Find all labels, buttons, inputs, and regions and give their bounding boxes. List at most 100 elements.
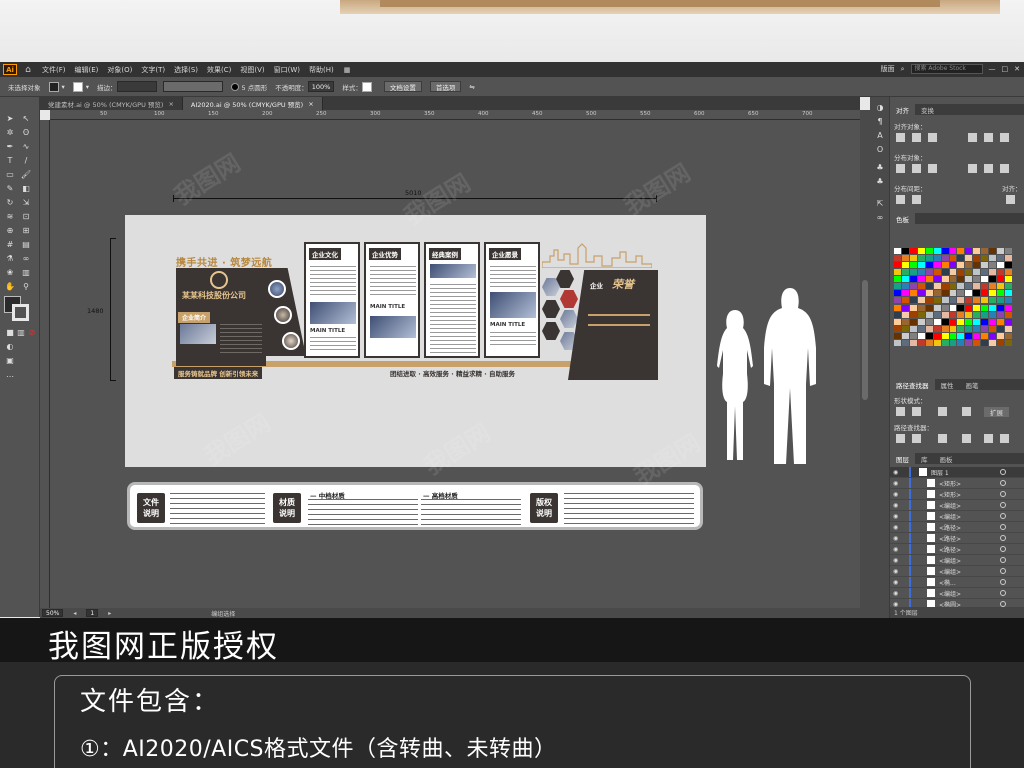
swatch[interactable] [901,276,909,283]
swatch[interactable] [909,276,917,283]
swatch[interactable] [973,255,981,262]
artboard-number-field[interactable]: 1 [86,609,99,617]
workspace-switcher[interactable]: 版面 [881,64,895,74]
tab-transform[interactable]: 变换 [915,105,940,115]
swatch[interactable] [949,276,957,283]
swatch[interactable] [933,269,941,276]
swatch[interactable] [901,248,909,254]
swatch[interactable] [981,311,989,318]
spacing-icon[interactable] [912,195,921,204]
menu-select[interactable]: 选择(S) [174,65,198,75]
spacing-icon[interactable] [896,195,905,204]
swatch[interactable] [901,255,909,262]
layer-name[interactable]: <路径> [939,545,961,554]
menu-window[interactable]: 窗口(W) [274,65,300,75]
swatch[interactable] [894,297,901,304]
swatch[interactable] [933,283,941,290]
intersect-icon[interactable] [938,407,947,416]
sublayer-item[interactable]: ◉ <编组> [890,588,1024,599]
type-tool-icon[interactable]: T [4,155,16,166]
swatch[interactable] [909,318,917,325]
swatch[interactable] [925,276,933,283]
target-circle-icon[interactable] [1000,535,1006,541]
expand-button[interactable]: 扩展 [984,407,1009,417]
swatch[interactable] [957,290,965,297]
swatch[interactable] [909,304,917,311]
align-top-icon[interactable] [968,133,977,142]
target-circle-icon[interactable] [1000,491,1006,497]
swatch[interactable] [901,332,909,339]
swatch[interactable] [1005,332,1012,339]
layer-name[interactable]: 图层 1 [931,468,949,477]
swatch[interactable] [894,255,901,262]
swatch[interactable] [973,304,981,311]
swatch[interactable] [965,311,973,318]
swatch[interactable] [894,332,901,339]
screen-mode-icon[interactable]: ▣ [4,355,16,366]
swatch[interactable] [989,332,997,339]
target-circle-icon[interactable] [1000,480,1006,486]
swatch[interactable] [901,283,909,290]
swatch[interactable] [989,339,997,346]
swatch[interactable] [965,297,973,304]
sublayer-item[interactable]: ◉ <路径> [890,522,1024,533]
draw-mode-icon[interactable]: ◐ [4,341,16,352]
swatch[interactable] [949,248,957,254]
workspace-grid-icon[interactable]: ▦ [344,66,351,74]
variable-width-field[interactable] [162,81,223,92]
minus-back-icon[interactable] [1000,434,1009,443]
swatch[interactable] [957,262,965,269]
visibility-eye-icon[interactable]: ◉ [893,502,903,509]
swatch[interactable] [933,297,941,304]
visibility-eye-icon[interactable]: ◉ [893,469,903,476]
visibility-eye-icon[interactable]: ◉ [893,568,903,575]
swatch[interactable] [925,248,933,254]
direct-selection-tool-icon[interactable]: ↖ [20,113,32,124]
layer-name[interactable]: <椭... [939,578,956,587]
distribute-icon[interactable] [1000,164,1009,173]
symbol-sprayer-icon[interactable]: ❀ [4,267,16,278]
swatch[interactable] [1005,248,1012,254]
zoom-tool-icon[interactable]: ⚲ [20,281,32,292]
visibility-eye-icon[interactable]: ◉ [893,535,903,542]
tab-swatches[interactable]: 色板 [890,213,915,224]
swatch[interactable] [973,318,981,325]
swatch[interactable] [909,262,917,269]
swatch[interactable] [925,262,933,269]
merge-icon[interactable] [938,434,947,443]
swatch[interactable] [973,283,981,290]
swatch[interactable] [909,297,917,304]
swatch[interactable] [933,248,941,254]
tab-artboards[interactable]: 画板 [934,454,959,464]
layer-name[interactable]: <编组> [939,556,961,565]
swatch[interactable] [1005,339,1012,346]
swatch[interactable] [901,269,909,276]
divide-icon[interactable] [896,434,905,443]
swatch[interactable] [925,255,933,262]
swatch[interactable] [917,255,925,262]
swatch[interactable] [1005,311,1012,318]
swatch[interactable] [933,318,941,325]
rotate-icon[interactable]: ↻ [4,197,16,208]
swatch[interactable] [989,276,997,283]
swatch[interactable] [957,339,965,346]
swatch[interactable] [909,255,917,262]
swatch[interactable] [949,283,957,290]
sublayer-item[interactable]: ◉ <矩形> [890,489,1024,500]
target-circle-icon[interactable] [1000,579,1006,585]
swatch[interactable] [917,304,925,311]
eyedropper-icon[interactable]: ⚗ [4,253,16,264]
target-circle-icon[interactable] [1000,546,1006,552]
swatch[interactable] [933,276,941,283]
swatch[interactable] [973,262,981,269]
distribute-icon[interactable] [968,164,977,173]
swatch[interactable] [1005,283,1012,290]
restore-icon[interactable]: □ [1002,65,1009,73]
swatch[interactable] [965,332,973,339]
target-circle-icon[interactable] [1000,557,1006,563]
swatch[interactable] [1005,276,1012,283]
swatch[interactable] [981,262,989,269]
sublayer-item[interactable]: ◉ <路径> [890,533,1024,544]
swatch[interactable] [949,269,957,276]
swatch[interactable] [894,283,901,290]
